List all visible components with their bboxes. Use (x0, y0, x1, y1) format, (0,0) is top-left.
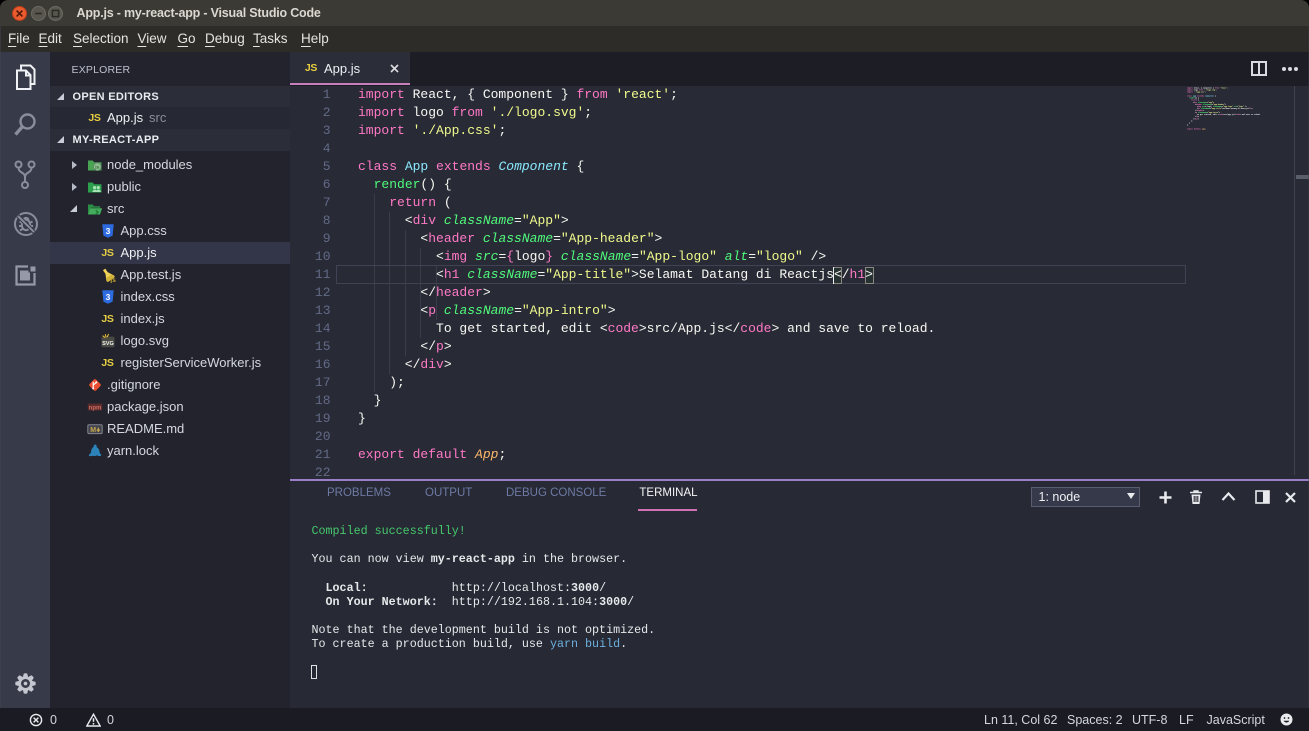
svg-text:npm: npm (88, 405, 101, 411)
svg-text:3: 3 (105, 226, 110, 236)
svg-text:SVG: SVG (102, 341, 114, 347)
svg-text:js: js (94, 165, 99, 171)
svg-text:M: M (90, 427, 96, 434)
svg-text:js: js (109, 277, 116, 283)
svg-text:3: 3 (105, 292, 110, 302)
